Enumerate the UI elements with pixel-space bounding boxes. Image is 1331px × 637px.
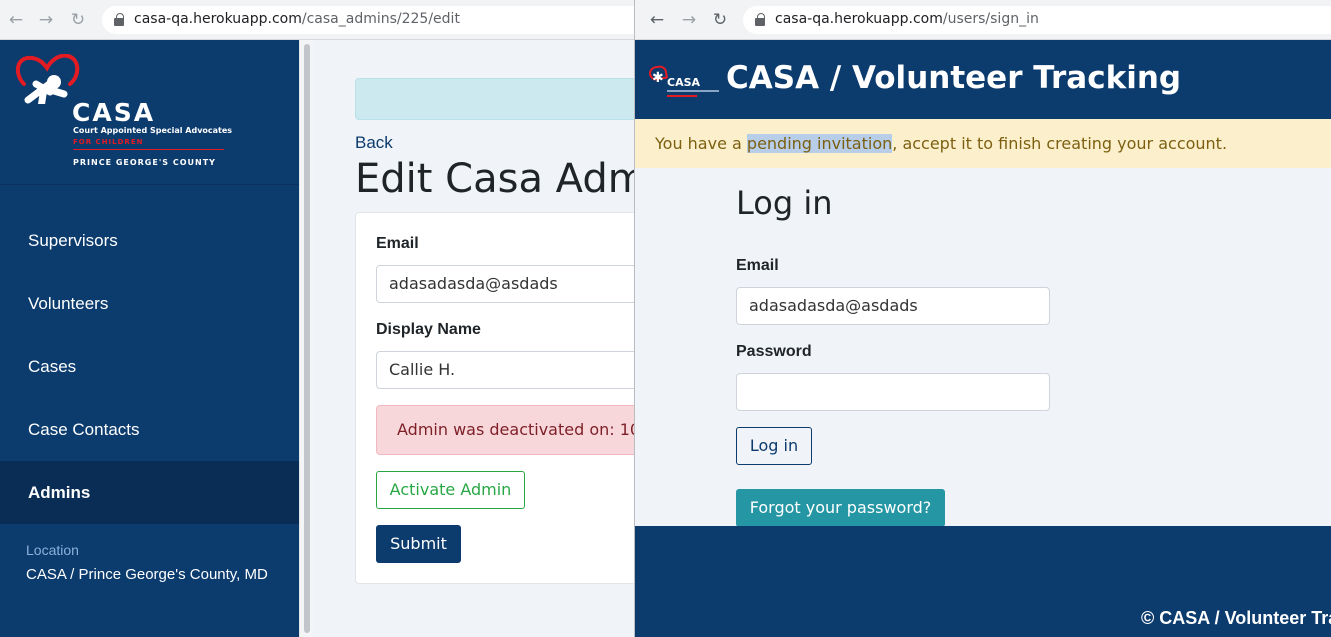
activate-admin-button[interactable]: Activate Admin xyxy=(376,471,525,509)
email-label: Email xyxy=(736,257,779,274)
page-title: Edit Casa Admin xyxy=(355,156,634,202)
edit-admin-form: Email adasadasda@asdads Display Name Cal… xyxy=(355,212,634,584)
sidebar-item-volunteers[interactable]: Volunteers xyxy=(0,272,299,335)
flash-message xyxy=(355,78,634,120)
forward-arrow-icon[interactable]: → xyxy=(36,10,56,30)
forgot-password-button[interactable]: Forgot your password? xyxy=(736,489,945,527)
site-title: CASA / Volunteer Tracking xyxy=(726,60,1182,96)
sidebar-scrollbar[interactable] xyxy=(299,40,313,637)
email-label: Email xyxy=(376,235,419,252)
main-content: Back Edit Casa Admin Email adasadasda@as… xyxy=(313,40,634,637)
display-name-label: Display Name xyxy=(376,321,481,338)
location-value: CASA / Prince George's County, MD xyxy=(26,566,268,583)
logo-tagline-mark xyxy=(667,90,719,92)
notice-text-after: , accept it to finish creating your acco… xyxy=(892,134,1228,153)
back-link[interactable]: Back xyxy=(355,133,393,153)
left-browser-window: ← → ↻ casa-qa.herokuapp.com/casa_admins/… xyxy=(0,0,634,637)
logo-word: CASA xyxy=(667,76,701,89)
sidebar-item-case-contacts[interactable]: Case Contacts xyxy=(0,398,299,461)
forward-arrow-icon[interactable]: → xyxy=(679,10,699,30)
password-label: Password xyxy=(736,343,812,360)
casa-logo[interactable]: ✱ CASA xyxy=(647,62,721,102)
footer-copyright: © CASA / Volunteer Tracking xyxy=(1141,608,1331,628)
address-bar[interactable]: casa-qa.herokuapp.com/users/sign_in xyxy=(743,6,1331,34)
logo-tagline: Court Appointed Special Advocates xyxy=(73,126,233,135)
scrollbar-thumb[interactable] xyxy=(304,44,310,633)
back-arrow-icon[interactable]: ← xyxy=(6,10,26,30)
sidebar-item-admins[interactable]: Admins xyxy=(0,461,299,524)
logo-name: CASA xyxy=(72,98,156,127)
reload-icon[interactable]: ↻ xyxy=(710,10,730,30)
invitation-notice: You have a pending invitation, accept it… xyxy=(635,119,1331,168)
location-label: Location xyxy=(26,542,79,558)
sidebar-item-supervisors[interactable]: Supervisors xyxy=(0,209,299,272)
browser-toolbar: ← → ↻ casa-qa.herokuapp.com/casa_admins/… xyxy=(0,0,634,40)
notice-highlight: pending invitation xyxy=(746,134,893,153)
lock-icon xyxy=(114,13,124,26)
casa-logo[interactable]: CASA Court Appointed Special Advocates F… xyxy=(0,40,299,185)
heart-figure-icon xyxy=(15,54,80,104)
figure-icon: ✱ xyxy=(652,70,664,86)
site-footer: © CASA / Volunteer Tracking xyxy=(635,526,1331,637)
login-button[interactable]: Log in xyxy=(736,427,812,465)
address-url: casa-qa.herokuapp.com/users/sign_in xyxy=(775,11,1039,27)
display-name-field[interactable]: Callie H. xyxy=(376,351,634,389)
email-input[interactable]: adasadasda@asdads xyxy=(736,287,1050,325)
browser-toolbar: ← → ↻ casa-qa.herokuapp.com/users/sign_i… xyxy=(635,0,1331,40)
reload-icon[interactable]: ↻ xyxy=(68,10,88,30)
address-bar[interactable]: casa-qa.herokuapp.com/casa_admins/225/ed… xyxy=(102,6,634,34)
login-title: Log in xyxy=(736,184,833,222)
lock-icon xyxy=(755,13,765,26)
logo-county: PRINCE GEORGE'S COUNTY xyxy=(73,158,216,167)
deactivated-alert: Admin was deactivated on: 10 xyxy=(376,405,634,455)
sidebar-item-cases[interactable]: Cases xyxy=(0,335,299,398)
address-url: casa-qa.herokuapp.com/casa_admins/225/ed… xyxy=(134,11,460,27)
logo-for-children: FOR CHILDREN xyxy=(73,138,144,146)
sidebar: CASA Court Appointed Special Advocates F… xyxy=(0,40,299,637)
logo-subline-mark xyxy=(667,95,697,97)
back-arrow-icon[interactable]: ← xyxy=(647,10,667,30)
password-input[interactable] xyxy=(736,373,1050,411)
logo-divider xyxy=(73,149,224,150)
email-field[interactable]: adasadasda@asdads xyxy=(376,265,634,303)
site-header: ✱ CASA CASA / Volunteer Tracking xyxy=(635,40,1331,119)
submit-button[interactable]: Submit xyxy=(376,525,461,563)
notice-text-before: You have a xyxy=(655,134,747,153)
right-browser-window: ← → ↻ casa-qa.herokuapp.com/users/sign_i… xyxy=(634,0,1331,637)
